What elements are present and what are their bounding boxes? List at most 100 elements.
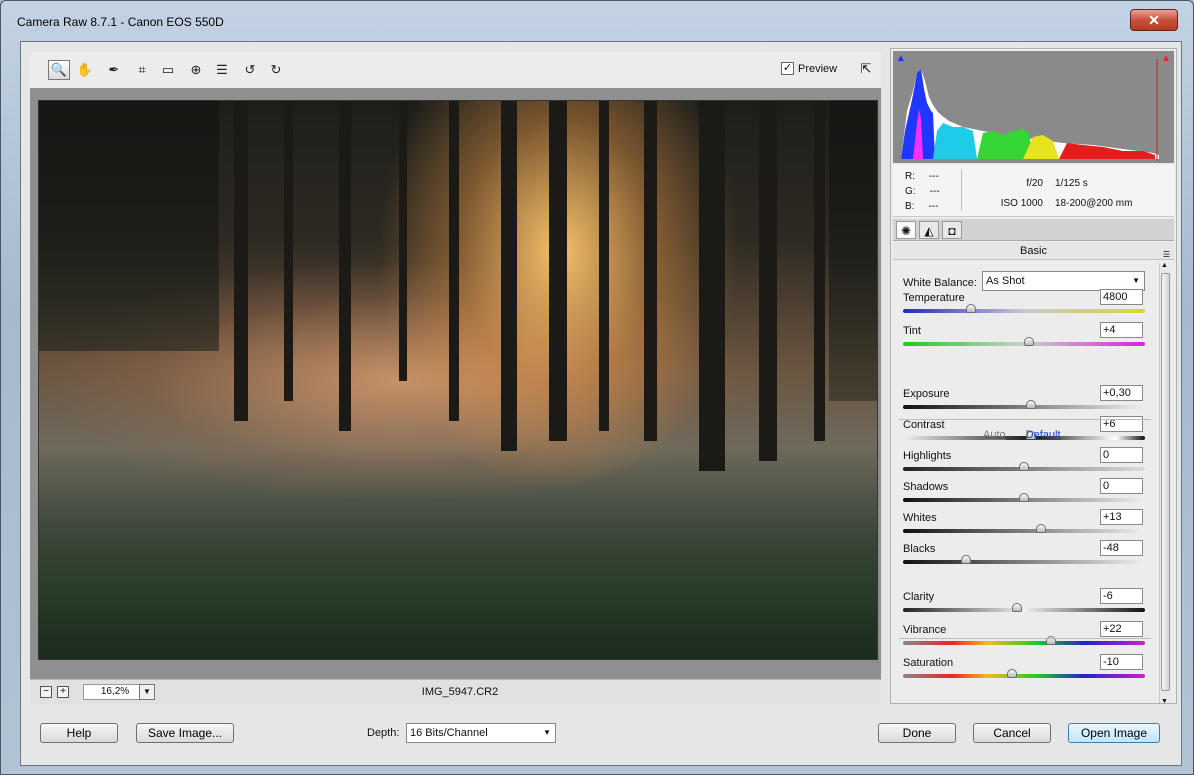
histogram: ▲ ▲ — [893, 51, 1174, 163]
vibrance-value-field[interactable]: +22 — [1100, 621, 1143, 637]
saturation-label: Saturation — [903, 657, 954, 669]
g-label: G: — [905, 186, 916, 197]
depth-select[interactable]: 16 Bits/Channel ▼ — [406, 723, 556, 743]
fullscreen-icon[interactable]: ⇱ — [856, 61, 876, 79]
r-label: R: — [905, 171, 915, 182]
shadows-label: Shadows — [903, 481, 949, 493]
b-label: B: — [905, 201, 915, 212]
zoom-dropdown-arrow[interactable]: ▼ — [139, 684, 155, 700]
red-eye-icon[interactable]: ⊕ — [185, 60, 207, 80]
open-image-button[interactable]: Open Image — [1068, 723, 1160, 743]
r-value: --- — [929, 171, 939, 182]
tone-curve-tab-icon[interactable]: ◭ — [919, 221, 939, 239]
adjustment-panel: ▲ ▲ R: --- G: --- B: --- f/20 1/125 s ISO 10… — [890, 48, 1177, 705]
aperture: f/20 — [1026, 178, 1043, 189]
whites-slider-track[interactable] — [903, 529, 1145, 533]
basic-tab-icon[interactable]: ✺ — [896, 221, 916, 239]
zoom-level-field[interactable]: 16,2% — [83, 684, 147, 700]
shadows-slider-row: Shadows 0 — [893, 478, 1155, 508]
crop-icon[interactable]: ⌗ — [131, 60, 153, 80]
blacks-label: Blacks — [903, 543, 936, 555]
shadow-clipping-icon[interactable]: ▲ — [896, 53, 906, 64]
chevron-down-icon: ▼ — [1132, 276, 1140, 285]
scroll-down-icon[interactable]: ▼ — [1161, 698, 1168, 705]
blacks-slider-track[interactable] — [903, 560, 1145, 564]
zoom-out-button[interactable]: − — [40, 686, 52, 698]
basic-controls: White Balance: As Shot ▼ Temperature 4800… — [893, 261, 1157, 701]
hand-icon[interactable]: ✋ — [74, 60, 96, 80]
highlights-slider-handle[interactable] — [1019, 462, 1029, 471]
auto-link[interactable]: Auto — [983, 429, 1006, 441]
image-canvas[interactable] — [30, 88, 881, 679]
highlight-clipping-icon[interactable]: ▲ — [1161, 53, 1171, 64]
saturation-slider-track[interactable] — [903, 674, 1145, 678]
tint-value-field[interactable]: +4 — [1100, 322, 1143, 338]
help-button[interactable]: Help — [40, 723, 118, 743]
preview-toggle[interactable]: ✓ Preview — [781, 62, 837, 75]
blacks-value-field[interactable]: -48 — [1100, 540, 1143, 556]
lens: 18-200@200 mm — [1055, 198, 1133, 209]
window-title: Camera Raw 8.7.1 - Canon EOS 550D — [17, 15, 224, 29]
photo-preview[interactable] — [38, 100, 878, 660]
b-value: --- — [928, 201, 939, 212]
clarity-slider-row: Clarity -6 — [893, 588, 1155, 618]
g-value: --- — [929, 186, 940, 197]
exposure-slider-row: Exposure +0,30 — [893, 385, 1155, 415]
highlights-slider-row: Highlights 0 — [893, 447, 1155, 477]
exposure-value-field[interactable]: +0,30 — [1100, 385, 1143, 401]
exposure-slider-track[interactable] — [903, 405, 1145, 409]
temperature-slider-track[interactable] — [903, 309, 1145, 313]
eyedropper-icon[interactable]: ✒ — [103, 60, 125, 80]
blacks-slider-row: Blacks -48 — [893, 540, 1155, 570]
clarity-slider-track[interactable] — [903, 608, 1145, 612]
camera-raw-window: Camera Raw 8.7.1 - Canon EOS 550D ✕ 🔍 ✋ ✒ ⌗… — [0, 0, 1194, 775]
done-button[interactable]: Done — [878, 723, 956, 743]
divider — [899, 638, 1151, 639]
section-title: Basic — [1020, 245, 1047, 257]
default-link[interactable]: Default — [1026, 429, 1061, 441]
panel-scrollbar[interactable]: ▲ ▼ — [1159, 262, 1171, 705]
highlights-value-field[interactable]: 0 — [1100, 447, 1143, 463]
tint-slider-row: Tint +4 — [893, 322, 1155, 352]
white-balance-select[interactable]: As Shot ▼ — [982, 271, 1145, 291]
scroll-up-icon[interactable]: ▲ — [1161, 262, 1168, 269]
dialog-body: 🔍 ✋ ✒ ⌗ ▭ ⊕ ☰ ↺ ↻ ✓ Preview ⇱ − + 16,2% … — [20, 41, 1182, 766]
list-icon[interactable]: ☰ — [211, 60, 233, 80]
preview-checkbox[interactable]: ✓ — [781, 62, 794, 75]
panel-section-header: Basic ☰ — [893, 242, 1174, 260]
rotate-left-icon[interactable]: ↺ — [239, 60, 261, 80]
title-bar[interactable]: Camera Raw 8.7.1 - Canon EOS 550D ✕ — [1, 1, 1191, 41]
iso: ISO 1000 — [1000, 198, 1043, 209]
clarity-value-field[interactable]: -6 — [1100, 588, 1143, 604]
magnifier-icon[interactable]: 🔍 — [48, 60, 70, 80]
tint-slider-handle[interactable] — [1023, 337, 1034, 346]
save-image-button[interactable]: Save Image... — [136, 723, 234, 743]
cancel-button[interactable]: Cancel — [973, 723, 1051, 743]
exposure-slider-handle[interactable] — [1026, 400, 1037, 409]
close-button[interactable]: ✕ — [1130, 9, 1178, 31]
shutter-speed: 1/125 s — [1055, 178, 1088, 189]
whites-slider-row: Whites +13 — [893, 509, 1155, 539]
toolbar: 🔍 ✋ ✒ ⌗ ▭ ⊕ ☰ ↺ ↻ ✓ Preview ⇱ — [30, 52, 881, 88]
temperature-label: Temperature — [903, 292, 965, 304]
blacks-slider-handle[interactable] — [960, 555, 971, 564]
saturation-slider-handle[interactable] — [1006, 669, 1017, 678]
scroll-thumb[interactable] — [1161, 273, 1170, 691]
shadows-value-field[interactable]: 0 — [1100, 478, 1143, 494]
temperature-slider-handle[interactable] — [965, 304, 976, 313]
level-icon[interactable]: ▭ — [157, 60, 179, 80]
camera-tab-icon[interactable]: ◘ — [942, 221, 962, 239]
exposure-label: Exposure — [903, 388, 950, 400]
temperature-value-field[interactable]: 4800 — [1100, 289, 1143, 305]
saturation-value-field[interactable]: -10 — [1100, 654, 1143, 670]
shadows-slider-handle[interactable] — [1019, 493, 1029, 502]
vibrance-slider-track[interactable] — [903, 641, 1145, 645]
pixel-readout: R: --- G: --- B: --- f/20 1/125 s ISO 1000 18… — [893, 165, 1174, 217]
tint-label: Tint — [903, 325, 921, 337]
rotate-right-icon[interactable]: ↻ — [265, 60, 287, 80]
clarity-label: Clarity — [903, 591, 935, 603]
whites-slider-handle[interactable] — [1035, 524, 1046, 533]
whites-value-field[interactable]: +13 — [1100, 509, 1143, 525]
clarity-slider-handle[interactable] — [1011, 603, 1022, 612]
zoom-in-button[interactable]: + — [57, 686, 69, 698]
